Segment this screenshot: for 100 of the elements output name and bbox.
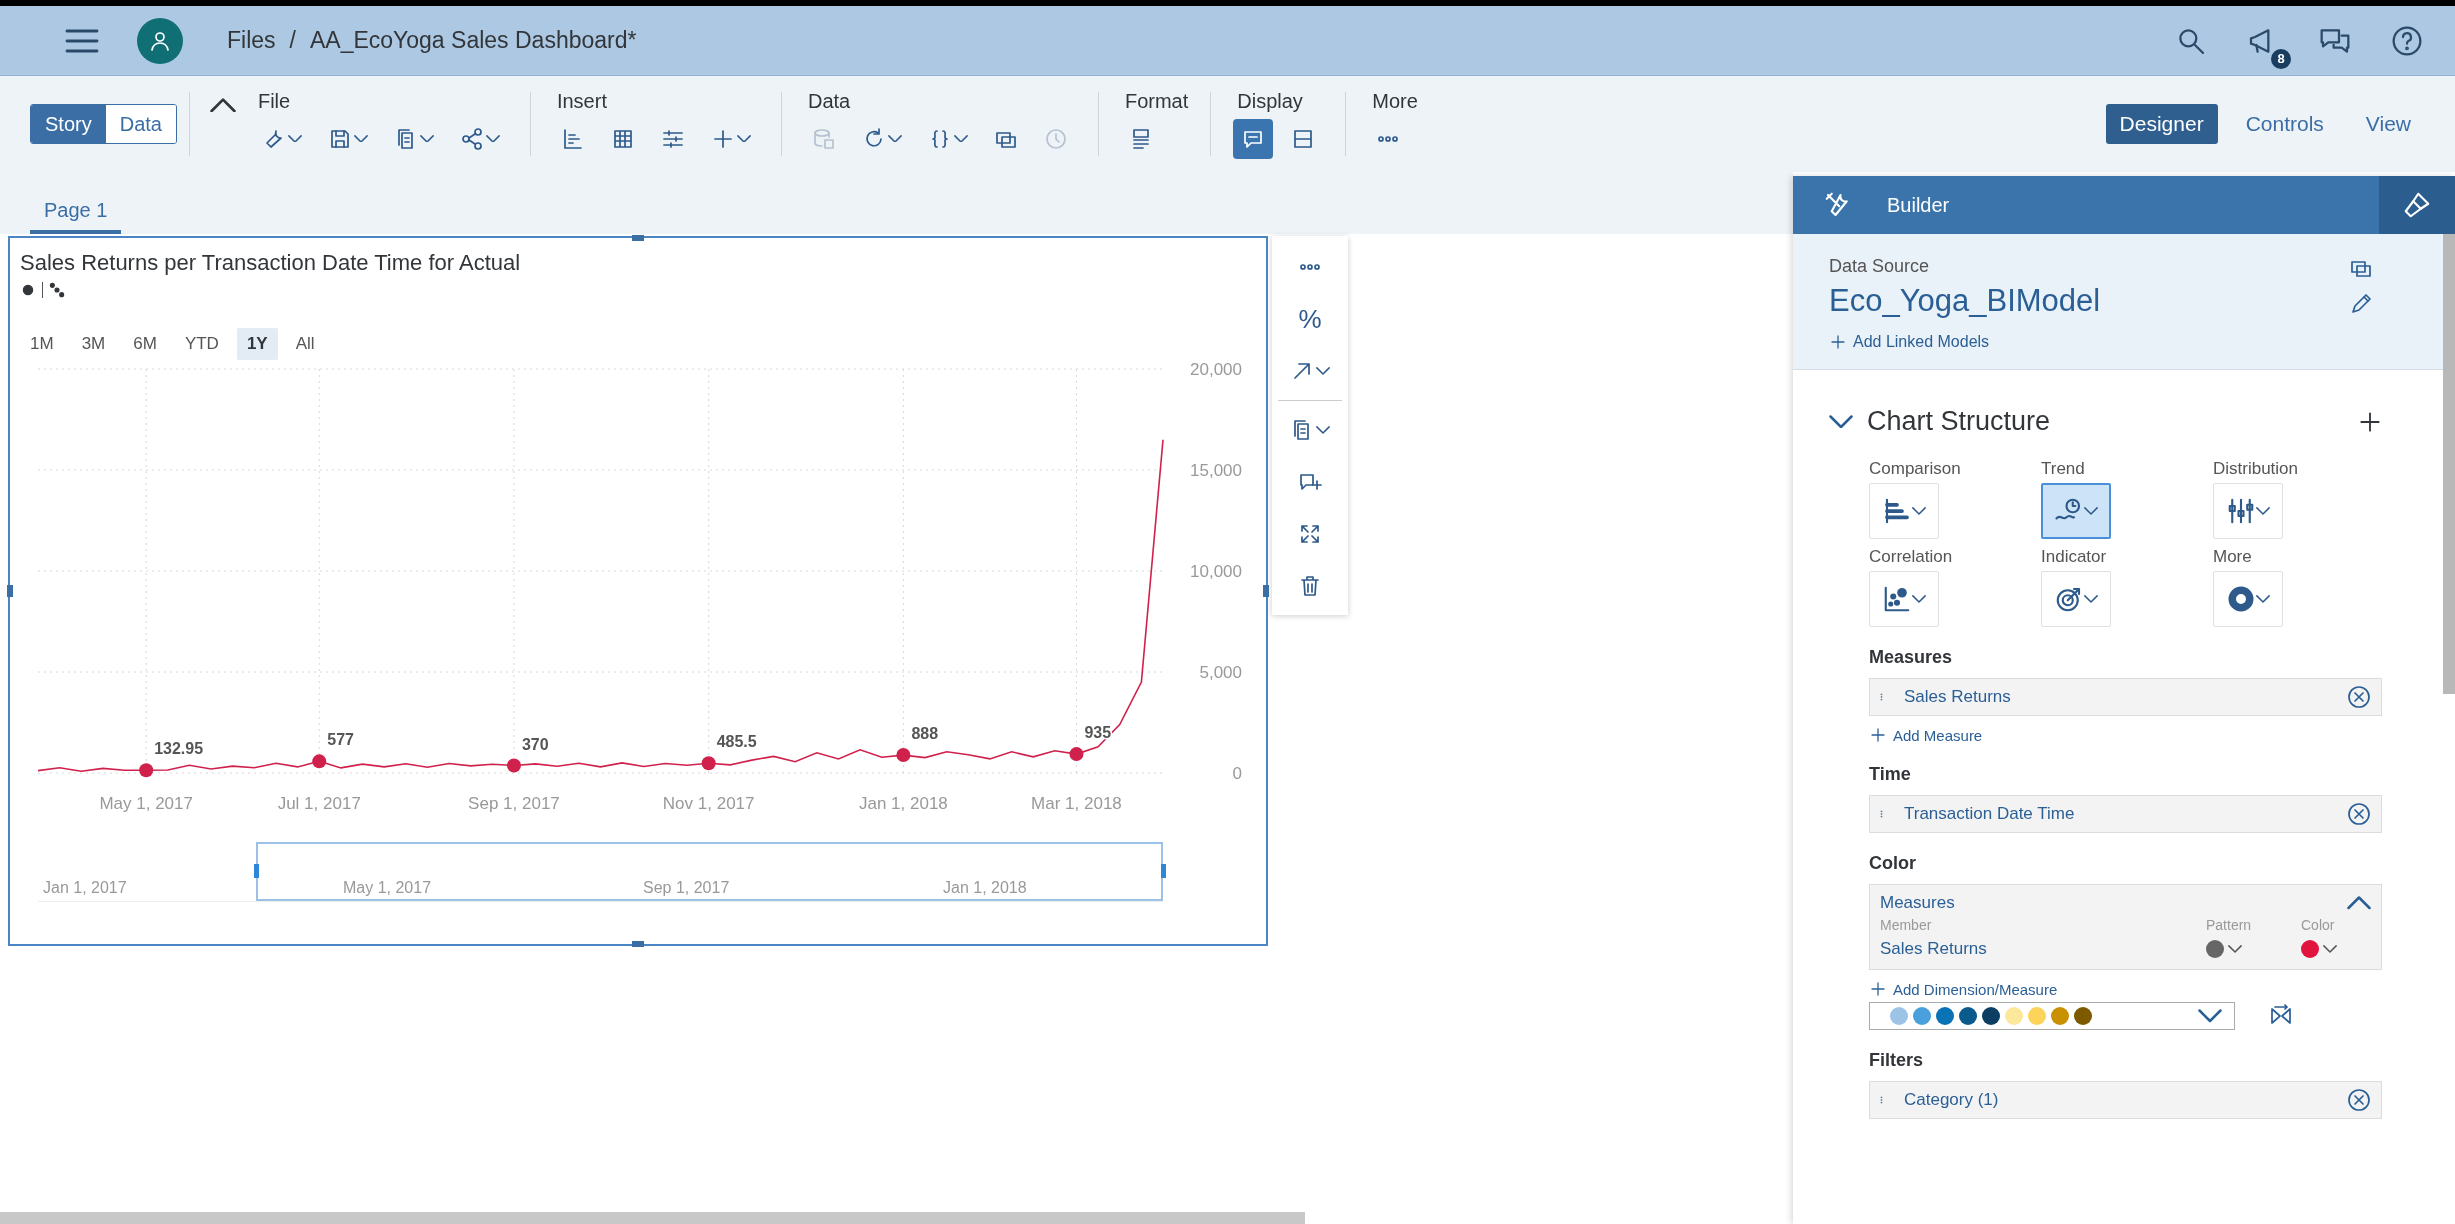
caret-icon <box>353 134 368 143</box>
bar-chart-icon <box>1882 496 1912 526</box>
styling-button[interactable] <box>2379 176 2455 234</box>
y-axis-label: 15,000 <box>1190 461 1242 480</box>
time-range-button[interactable]: 3M <box>71 328 116 360</box>
y-axis-label: 5,000 <box>1199 663 1242 682</box>
toolbar-group-label: Format <box>1123 89 1189 113</box>
selection-handle[interactable] <box>254 864 260 878</box>
selection-handle[interactable] <box>1161 864 1166 878</box>
page-tab[interactable]: Page 1 <box>30 172 122 234</box>
y-axis-label: 0 <box>1232 764 1242 783</box>
collapse-toggle[interactable] <box>2347 896 2371 910</box>
panel-title: Builder <box>1887 193 1950 217</box>
resize-handle[interactable] <box>632 941 644 947</box>
toolbar-group-label: More <box>1371 89 1418 113</box>
caret-icon <box>1316 367 1330 375</box>
view-tab[interactable]: Controls <box>2231 104 2338 144</box>
more-icon <box>1298 264 1322 270</box>
caret-icon <box>2228 945 2242 953</box>
chart-type-label: Correlation <box>1869 547 1954 567</box>
scatter-plot-icon <box>1882 584 1912 614</box>
add-dimension-button[interactable]: Add Dimension/Measure <box>1869 980 2383 998</box>
close-icon <box>2347 802 2371 826</box>
plus-icon <box>1869 726 1887 744</box>
close-icon <box>2347 685 2371 709</box>
time-range-button[interactable]: 1M <box>20 328 64 360</box>
section-heading: Measures <box>1869 647 1954 668</box>
caret-icon <box>2323 945 2337 953</box>
resize-handle[interactable] <box>7 585 13 597</box>
highlighted-point[interactable] <box>312 754 327 769</box>
navigator-label: Jan 1, 2017 <box>43 879 127 897</box>
column-header: Color <box>2301 917 2336 933</box>
navigator-label: Jan 1, 2018 <box>943 879 1027 897</box>
horizontal-scrollbar[interactable] <box>0 1212 1305 1224</box>
percent-button[interactable]: % <box>1292 296 1328 342</box>
dimension-field[interactable]: Category (1) <box>1869 1081 2382 1119</box>
highlighted-point[interactable] <box>701 756 716 771</box>
toolbar-group-label: Data <box>806 89 852 113</box>
x-axis-label: Jul 1, 2017 <box>277 794 361 813</box>
vertical-scrollbar[interactable] <box>2443 234 2455 694</box>
chart-type-button[interactable] <box>2041 483 2111 539</box>
section-heading: Time <box>1869 764 1912 785</box>
caret-icon <box>2084 595 2098 603</box>
avatar[interactable] <box>137 17 183 64</box>
highlighted-point[interactable] <box>139 763 154 778</box>
resize-handle[interactable] <box>632 235 644 241</box>
remove-button[interactable] <box>2347 685 2371 709</box>
caret-icon <box>1912 507 1926 515</box>
highlighted-point[interactable] <box>896 748 911 763</box>
collapse-icon[interactable] <box>209 97 236 113</box>
breadcrumb-link[interactable]: Files <box>227 27 276 54</box>
document-title[interactable]: AA_EcoYoga Sales Dashboard* <box>309 27 637 54</box>
breadcrumb-separator: / <box>289 27 296 54</box>
data-source-label: Data Source <box>1829 256 1931 277</box>
caret-icon <box>485 134 500 143</box>
add-linked-models-button[interactable]: Add Linked Models <box>1829 333 2349 351</box>
mode-toggle-button[interactable]: Data <box>105 105 176 143</box>
time-range-button[interactable]: 1Y <box>236 328 278 360</box>
resize-handle[interactable] <box>1263 585 1269 597</box>
plus-icon <box>1829 333 1847 351</box>
view-tab[interactable]: View <box>2351 104 2425 144</box>
toolbar-button[interactable] <box>1233 118 1274 159</box>
edit-button[interactable] <box>2349 292 2373 316</box>
palette-dropdown[interactable] <box>1869 1002 2235 1030</box>
member-name: Sales Returns <box>1880 939 1988 959</box>
section-heading: Filters <box>1869 1050 1925 1071</box>
section-title: Chart Structure <box>1867 406 2051 437</box>
highlighted-point[interactable] <box>1069 747 1084 762</box>
y-axis-label: 20,000 <box>1190 360 1242 379</box>
point-label: 485.5 <box>716 733 757 751</box>
add-measure-button[interactable]: Add Measure <box>1869 726 2383 744</box>
point-label: 370 <box>521 735 549 753</box>
dimension-field[interactable]: Transaction Date Time <box>1869 795 2382 833</box>
plus-icon <box>1869 980 1887 998</box>
field-label: Transaction Date Time <box>1904 804 2075 824</box>
point-label: 935 <box>1084 724 1112 742</box>
box-plot-icon <box>2226 496 2256 526</box>
remove-button[interactable] <box>2347 1088 2371 1112</box>
remove-button[interactable] <box>2347 802 2371 826</box>
chart-type-label: Comparison <box>1869 459 1962 479</box>
chart-type-label: Indicator <box>2041 547 2108 567</box>
view-tab[interactable]: Designer <box>2105 104 2218 144</box>
chevron-down-icon <box>1829 414 1853 429</box>
toolbar-group-label: Display <box>1236 89 1304 113</box>
navigator-label: Sep 1, 2017 <box>643 879 730 897</box>
brush-icon <box>2402 190 2432 220</box>
time-range-button[interactable]: YTD <box>174 328 229 360</box>
chart-type-label: Distribution <box>2213 459 2300 479</box>
mode-toggle-button[interactable]: Story <box>31 105 106 143</box>
history-icon <box>1043 126 1068 151</box>
highlighted-point[interactable] <box>506 758 521 773</box>
column-header: Pattern <box>2206 917 2253 933</box>
time-range-button[interactable]: 6M <box>123 328 167 360</box>
caret-icon <box>419 134 434 143</box>
dimension-field[interactable]: Sales Returns <box>1869 678 2382 716</box>
chart-type-label: Trend <box>2041 459 2086 479</box>
donut-icon <box>2226 584 2256 614</box>
time-range-button[interactable]: All <box>285 328 325 360</box>
field-label: Category (1) <box>1904 1090 1999 1110</box>
notification-badge: 8 <box>2271 48 2291 69</box>
